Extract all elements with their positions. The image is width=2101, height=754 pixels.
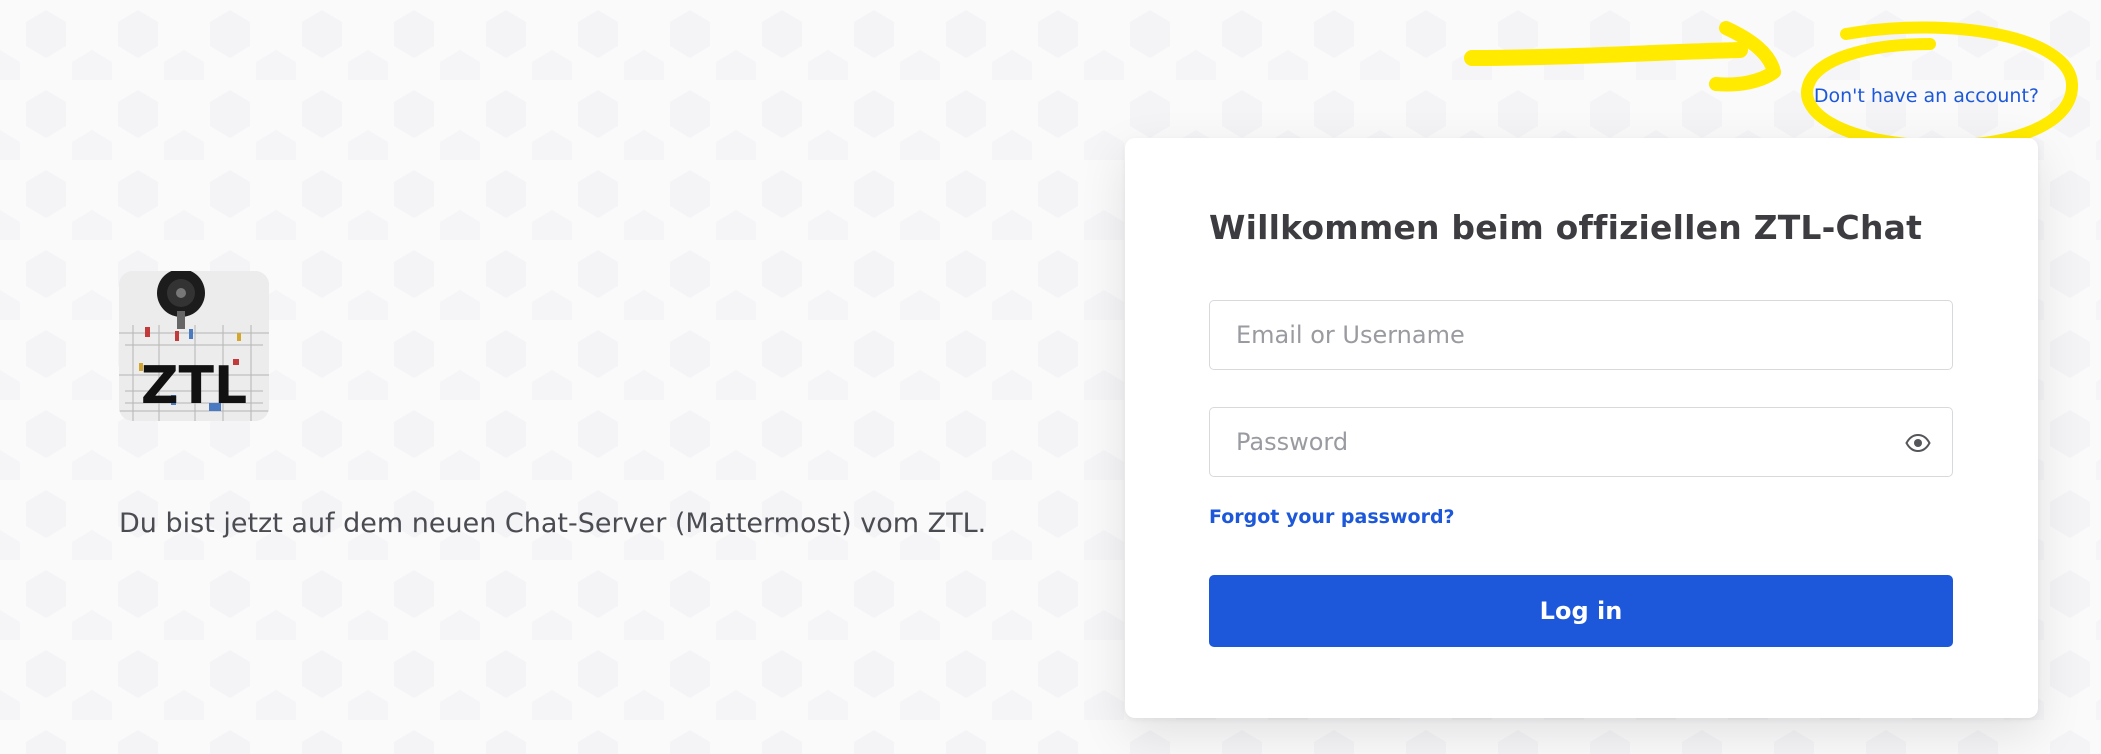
username-input[interactable]: [1210, 301, 1952, 369]
login-card: Willkommen beim offiziellen ZTL-Chat For…: [1125, 138, 2038, 718]
login-button[interactable]: Log in: [1209, 575, 1953, 647]
page-title: Willkommen beim offiziellen ZTL-Chat: [1209, 208, 1923, 247]
password-field[interactable]: [1209, 407, 1953, 477]
signup-link[interactable]: Don't have an account?: [1814, 85, 2039, 107]
forgot-password-link[interactable]: Forgot your password?: [1209, 506, 1455, 528]
ztl-logo: ZTL: [119, 271, 269, 421]
eye-icon[interactable]: [1904, 429, 1932, 457]
logo-text: ZTL: [141, 356, 247, 416]
username-field[interactable]: [1209, 300, 1953, 370]
tagline: Du bist jetzt auf dem neuen Chat-Server …: [119, 508, 987, 539]
password-input[interactable]: [1210, 408, 1952, 476]
